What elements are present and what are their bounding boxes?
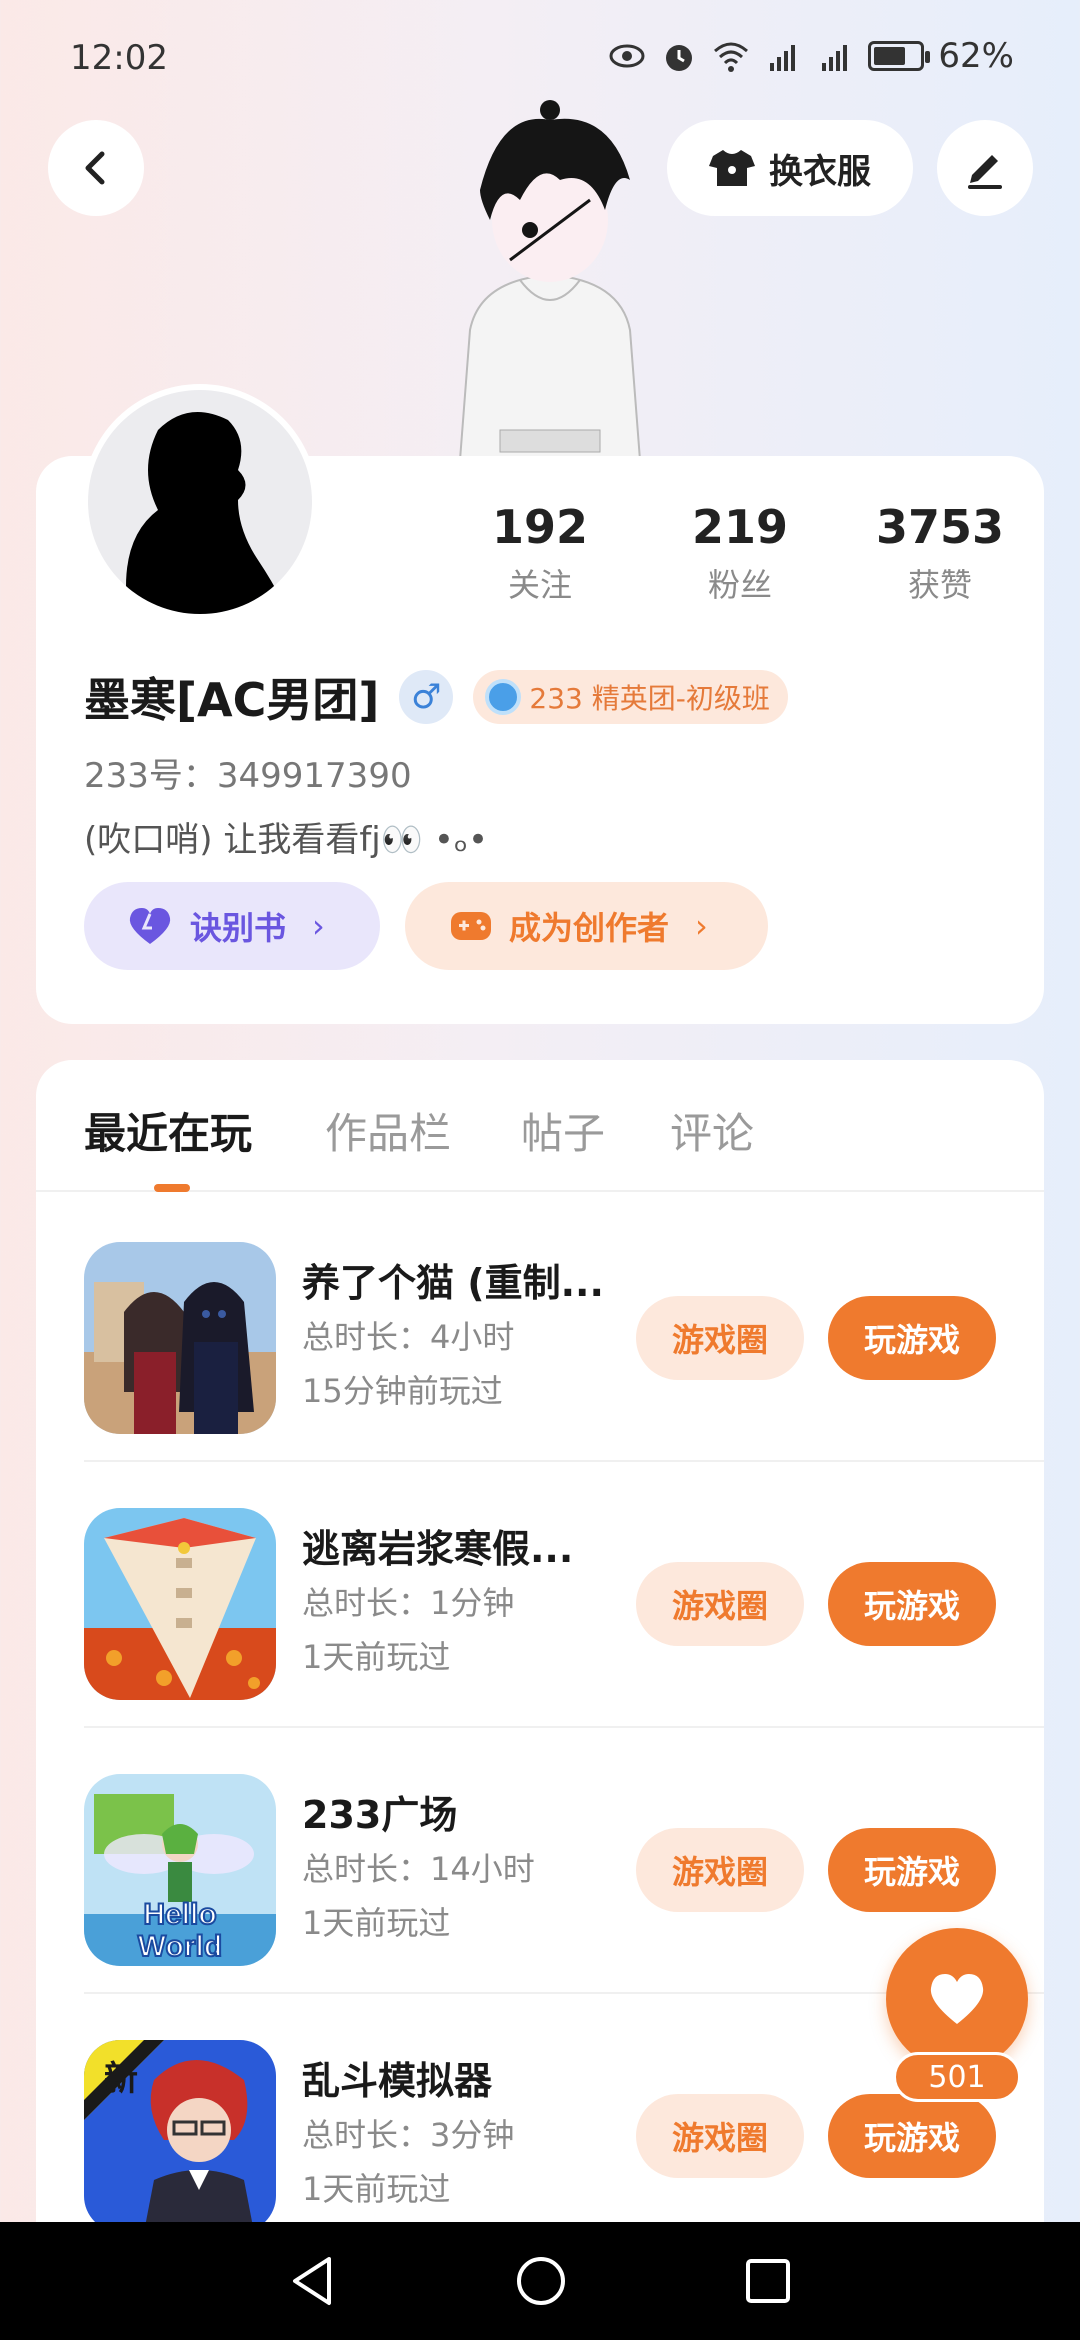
chevron-right-icon: ›	[695, 907, 708, 945]
shirt-icon	[709, 150, 755, 186]
tab-works[interactable]: 作品栏	[325, 1100, 451, 1161]
game-icon	[84, 1508, 276, 1700]
list-item[interactable]: Hello World 233广场 总时长：14小时 1天前玩过 游戏圈 玩游戏	[84, 1726, 1044, 1992]
edit-profile-button[interactable]	[937, 120, 1033, 216]
status-icons: 62%	[608, 36, 1014, 76]
game-title: 乱斗模拟器	[302, 2059, 493, 2103]
game-title: 逃离岩浆寒假...	[302, 1527, 574, 1571]
game-circle-button[interactable]: 游戏圈	[636, 2094, 804, 2178]
pen-icon	[968, 155, 1002, 189]
svg-text:World: World	[138, 1930, 222, 1963]
stat-value: 192	[491, 500, 589, 554]
game-last-played: 15分钟前玩过	[302, 1372, 503, 1410]
stat-label: 关注	[507, 566, 572, 604]
back-button[interactable]	[48, 120, 144, 216]
tab-posts[interactable]: 帖子	[521, 1100, 605, 1161]
game-icon: 新	[84, 2040, 276, 2232]
farewell-book-button[interactable]: 诀别书 ›	[84, 882, 380, 970]
heart-icon	[129, 908, 171, 944]
gender-male-icon: ♂	[399, 670, 454, 724]
avatar-silhouette	[126, 412, 288, 614]
like-button[interactable]	[886, 1928, 1028, 2070]
gamepad-icon	[451, 912, 491, 940]
heart-icon	[930, 1974, 984, 2024]
game-last-played: 1天前玩过	[302, 1638, 451, 1676]
stat-label: 粉丝	[707, 566, 772, 604]
rank-badge[interactable]: 233 精英团-初级班	[473, 670, 788, 724]
tab-recently-played[interactable]: 最近在玩	[84, 1100, 252, 1161]
game-title: 养了个猫 (重制...	[302, 1261, 604, 1305]
game-last-played: 1天前玩过	[302, 2170, 451, 2208]
stat-label: 获赞	[907, 566, 972, 604]
battery-icon	[868, 41, 931, 71]
eye-icon	[609, 44, 645, 68]
signal-4g-icon	[822, 45, 848, 71]
character-avatar[interactable]	[440, 100, 660, 460]
profile-stats: 192 关注 219 粉丝 3753 获赞	[440, 500, 1040, 606]
game-circle-button[interactable]: 游戏圈	[636, 1828, 804, 1912]
rank-icon	[485, 679, 522, 715]
svg-text:Hello: Hello	[143, 1898, 216, 1931]
stat-likes[interactable]: 3753 获赞	[840, 500, 1040, 606]
svg-text:新: 新	[104, 2059, 138, 2099]
farewell-book-label: 诀别书	[190, 909, 287, 947]
stat-value: 219	[691, 500, 789, 554]
game-duration: 总时长：14小时	[302, 1850, 535, 1888]
alarm-icon	[666, 45, 693, 71]
become-creator-button[interactable]: 成为创作者 ›	[405, 882, 768, 970]
back-triangle-icon[interactable]	[289, 2255, 337, 2307]
play-game-button[interactable]: 玩游戏	[828, 1828, 996, 1912]
game-duration: 总时长：1分钟	[302, 1584, 515, 1622]
stat-followers[interactable]: 219 粉丝	[640, 500, 840, 606]
stat-value: 3753	[875, 500, 1005, 554]
dress-up-button[interactable]: 换衣服	[667, 120, 913, 216]
game-duration: 总时长：4小时	[302, 1318, 515, 1356]
rank-label: 233 精英团-初级班	[529, 682, 770, 715]
profile-tabs: 最近在玩 作品栏 帖子 评论	[36, 1060, 1044, 1192]
stat-following[interactable]: 192 关注	[440, 500, 640, 606]
game-icon	[84, 1242, 276, 1434]
play-game-button[interactable]: 玩游戏	[828, 1562, 996, 1646]
list-item[interactable]: 养了个猫 (重制... 总时长：4小时 15分钟前玩过 游戏圈 玩游戏	[84, 1194, 1044, 1460]
user-id: 233号：349917390	[84, 756, 412, 796]
status-time: 12:02	[70, 38, 168, 78]
content-card: 最近在玩 作品栏 帖子 评论 养了个猫 (重制... 总时长：4小时 15分钟前…	[36, 1060, 1044, 2340]
chevron-left-icon	[85, 151, 105, 185]
signal-4g-icon	[770, 45, 796, 71]
wifi-icon	[714, 42, 749, 72]
play-game-button[interactable]: 玩游戏	[828, 2094, 996, 2178]
name-row: 墨寒[AC男团] ♂ 233 精英团-初级班	[84, 664, 788, 730]
play-game-button[interactable]: 玩游戏	[828, 1296, 996, 1380]
tab-comments[interactable]: 评论	[670, 1100, 754, 1161]
bio: (吹口哨) 让我看看fj👀 •ₒ•	[84, 820, 489, 860]
like-count: 501	[893, 2052, 1021, 2102]
dress-up-label: 换衣服	[769, 151, 871, 192]
game-title: 233广场	[302, 1793, 458, 1837]
tab-indicator	[154, 1184, 190, 1192]
game-circle-button[interactable]: 游戏圈	[636, 1296, 804, 1380]
game-duration: 总时长：3分钟	[302, 2116, 515, 2154]
nickname: 墨寒[AC男团]	[84, 673, 380, 727]
system-nav-bar	[0, 2222, 1080, 2340]
chevron-right-icon: ›	[312, 907, 325, 945]
recents-square-icon[interactable]	[745, 2258, 791, 2304]
battery-percent: 62%	[938, 36, 1014, 76]
battery-fill	[874, 47, 906, 65]
list-item[interactable]: 逃离岩浆寒假... 总时长：1分钟 1天前玩过 游戏圈 玩游戏	[84, 1460, 1044, 1726]
game-circle-button[interactable]: 游戏圈	[636, 1562, 804, 1646]
avatar[interactable]	[82, 384, 318, 620]
game-last-played: 1天前玩过	[302, 1904, 451, 1942]
home-circle-icon[interactable]	[515, 2255, 567, 2307]
become-creator-label: 成为创作者	[509, 909, 670, 947]
game-icon: Hello World	[84, 1774, 276, 1966]
